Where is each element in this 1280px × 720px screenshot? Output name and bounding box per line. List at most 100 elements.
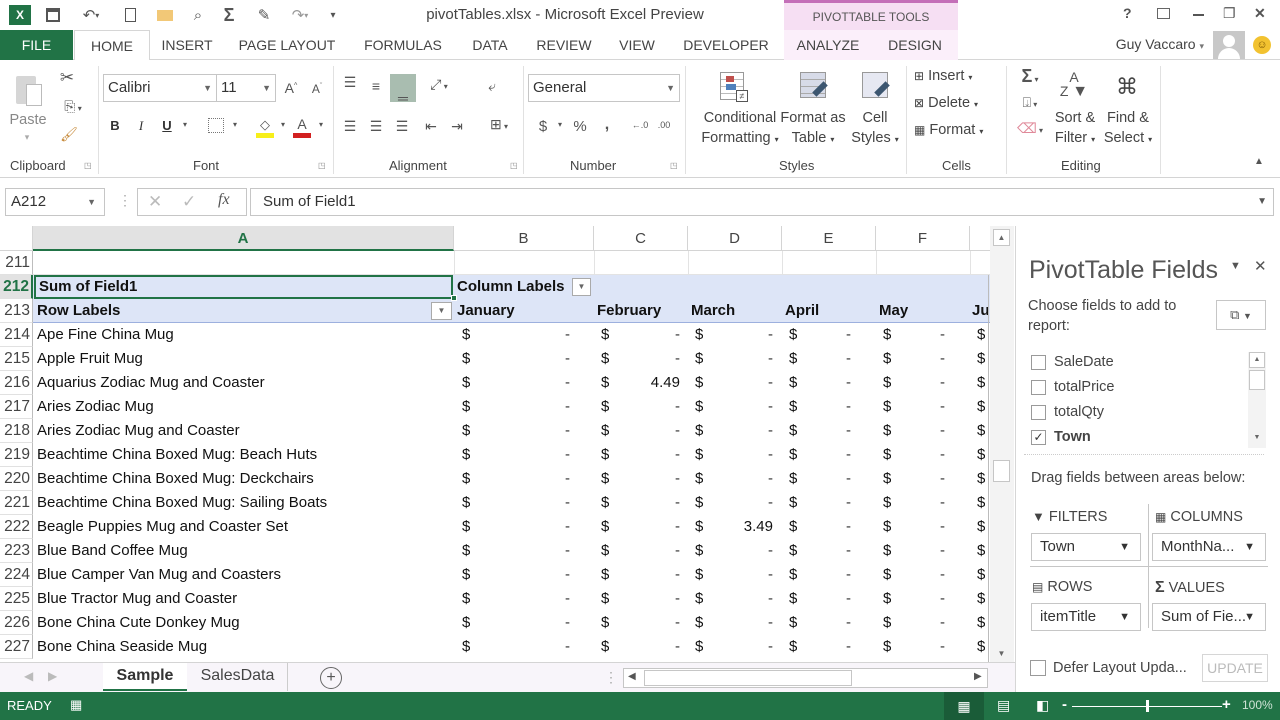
close-icon[interactable]: ✕	[1254, 5, 1266, 22]
formula-input[interactable]: Sum of Field1 ▼	[250, 188, 1274, 216]
value-cell[interactable]: -	[620, 563, 680, 587]
currency-symbol[interactable]: $	[462, 611, 470, 635]
column-header-g[interactable]	[970, 226, 990, 251]
currency-symbol[interactable]: $	[462, 491, 470, 515]
row-header[interactable]: 225	[0, 587, 33, 611]
month-header[interactable]: March	[691, 299, 735, 323]
decrease-decimal-icon[interactable]: .00	[654, 120, 674, 130]
row-header[interactable]: 219	[0, 443, 33, 467]
value-cell[interactable]: -	[713, 635, 773, 659]
zoom-level[interactable]: 100%	[1242, 698, 1273, 712]
value-cell[interactable]: -	[885, 395, 945, 419]
field-layout-button[interactable]: ⧉ ▼	[1216, 300, 1266, 330]
currency-symbol[interactable]: $	[601, 419, 609, 443]
clipboard-launcher-icon[interactable]: ◳	[84, 161, 92, 170]
value-cell[interactable]: -	[791, 419, 851, 443]
fullscreen-icon[interactable]	[1157, 5, 1170, 19]
currency-symbol[interactable]: $	[601, 515, 609, 539]
value-cell[interactable]: -	[791, 395, 851, 419]
value-cell[interactable]: -	[510, 323, 570, 347]
currency-symbol[interactable]: $	[601, 467, 609, 491]
paste-icon[interactable]	[12, 70, 46, 110]
currency-symbol[interactable]: $	[695, 539, 703, 563]
next-sheet-icon[interactable]: ▶	[48, 669, 57, 683]
paste-chevron-icon[interactable]: ▾	[20, 132, 34, 143]
column-header-e[interactable]: E	[782, 226, 876, 251]
row-label[interactable]: Blue Tractor Mug and Coaster	[37, 587, 452, 611]
currency-symbol[interactable]: $	[695, 635, 703, 659]
currency-symbol[interactable]: $	[462, 587, 470, 611]
value-cell[interactable]: -	[510, 515, 570, 539]
align-right-icon[interactable]: ☰	[394, 118, 410, 135]
find-select-button[interactable]: Find & Select ▾	[1100, 108, 1156, 150]
currency-symbol[interactable]: $	[462, 347, 470, 371]
value-cell[interactable]: -	[620, 587, 680, 611]
value-cell[interactable]: -	[510, 395, 570, 419]
currency-symbol[interactable]: $	[601, 347, 609, 371]
currency-symbol[interactable]: $	[601, 587, 609, 611]
column-labels-cell[interactable]: Column Labels	[457, 275, 577, 299]
rows-field-itemtitle[interactable]: itemTitle ▼	[1031, 603, 1141, 631]
value-cell[interactable]: -	[713, 419, 773, 443]
sort-filter-icon[interactable]: AZ ▼	[1056, 70, 1092, 100]
value-cell[interactable]: -	[713, 395, 773, 419]
zoom-slider-thumb[interactable]	[1146, 700, 1149, 712]
cell-styles-icon[interactable]	[860, 70, 892, 104]
currency-symbol[interactable]: $	[695, 563, 703, 587]
currency-symbol[interactable]: $	[695, 419, 703, 443]
vertical-scrollbar[interactable]: ▲ ▼	[990, 226, 1014, 662]
scroll-left-icon[interactable]: ◀	[628, 671, 636, 682]
value-cell[interactable]: -	[791, 563, 851, 587]
wrap-text-icon[interactable]: ⤶	[484, 78, 500, 95]
value-cell[interactable]: -	[713, 611, 773, 635]
insert-function-icon[interactable]: fx	[218, 191, 230, 209]
currency-symbol[interactable]: $	[695, 491, 703, 515]
column-header-a[interactable]: A	[33, 226, 454, 251]
value-cell[interactable]: -	[510, 611, 570, 635]
add-sheet-button[interactable]: +	[320, 667, 342, 689]
feedback-smiley-icon[interactable]: ☺	[1253, 36, 1271, 54]
row-header[interactable]: 216	[0, 371, 33, 395]
column-header-f[interactable]: F	[876, 226, 970, 251]
row-label[interactable]: Aquarius Zodiac Mug and Coaster	[37, 371, 452, 395]
values-caption-cell[interactable]: Sum of Field1	[34, 275, 453, 299]
row-label[interactable]: Beachtime China Boxed Mug: Deckchairs	[37, 467, 452, 491]
row-header[interactable]: 212	[0, 275, 33, 299]
value-cell[interactable]: -	[713, 371, 773, 395]
value-cell[interactable]: -	[885, 515, 945, 539]
value-cell[interactable]: -	[620, 419, 680, 443]
month-header[interactable]: February	[597, 299, 661, 323]
cancel-icon[interactable]: ✕	[148, 192, 162, 212]
value-cell[interactable]: 3.49	[713, 515, 773, 539]
fill-color-icon[interactable]: ◇	[255, 116, 275, 138]
increase-decimal-icon[interactable]: ←.0	[630, 120, 650, 130]
value-cell[interactable]: -	[510, 371, 570, 395]
alignment-launcher-icon[interactable]: ◳	[510, 161, 518, 170]
currency-symbol[interactable]: $	[977, 635, 985, 659]
row-header[interactable]: 221	[0, 491, 33, 515]
expand-formula-icon[interactable]: ▼	[1257, 189, 1267, 215]
currency-symbol[interactable]: $	[462, 323, 470, 347]
defer-layout-checkbox[interactable]	[1030, 660, 1046, 676]
page-break-view-icon[interactable]: ◧	[1036, 697, 1049, 714]
spreadsheet-grid[interactable]: A B C D E F 211 212 213 214 215 216 217 218 219 220 221 2…	[0, 226, 990, 662]
currency-symbol[interactable]: $	[977, 419, 985, 443]
pane-options-chevron-icon[interactable]: ▼	[1230, 260, 1241, 272]
currency-symbol[interactable]: $	[462, 515, 470, 539]
row-header[interactable]: 217	[0, 395, 33, 419]
value-cell[interactable]: -	[791, 347, 851, 371]
currency-symbol[interactable]: $	[695, 371, 703, 395]
binoculars-icon[interactable]: ⌘	[1112, 74, 1142, 100]
field-list-scrollbar[interactable]: ▲ ▼	[1248, 352, 1266, 448]
month-header[interactable]: Ju	[972, 299, 990, 323]
font-size-combo[interactable]: 11 ▼	[216, 74, 276, 102]
font-color-icon[interactable]: A	[292, 116, 312, 138]
normal-view-icon[interactable]: ▦	[944, 692, 984, 720]
italic-button[interactable]: I	[134, 118, 148, 134]
currency-symbol[interactable]: $	[977, 395, 985, 419]
scroll-up-icon[interactable]: ▲	[993, 229, 1010, 246]
column-labels-filter-button[interactable]: ▼	[572, 278, 591, 296]
columns-field-monthname[interactable]: MonthNa... ▼	[1152, 533, 1266, 561]
row-header[interactable]: 224	[0, 563, 33, 587]
column-header-c[interactable]: C	[594, 226, 688, 251]
